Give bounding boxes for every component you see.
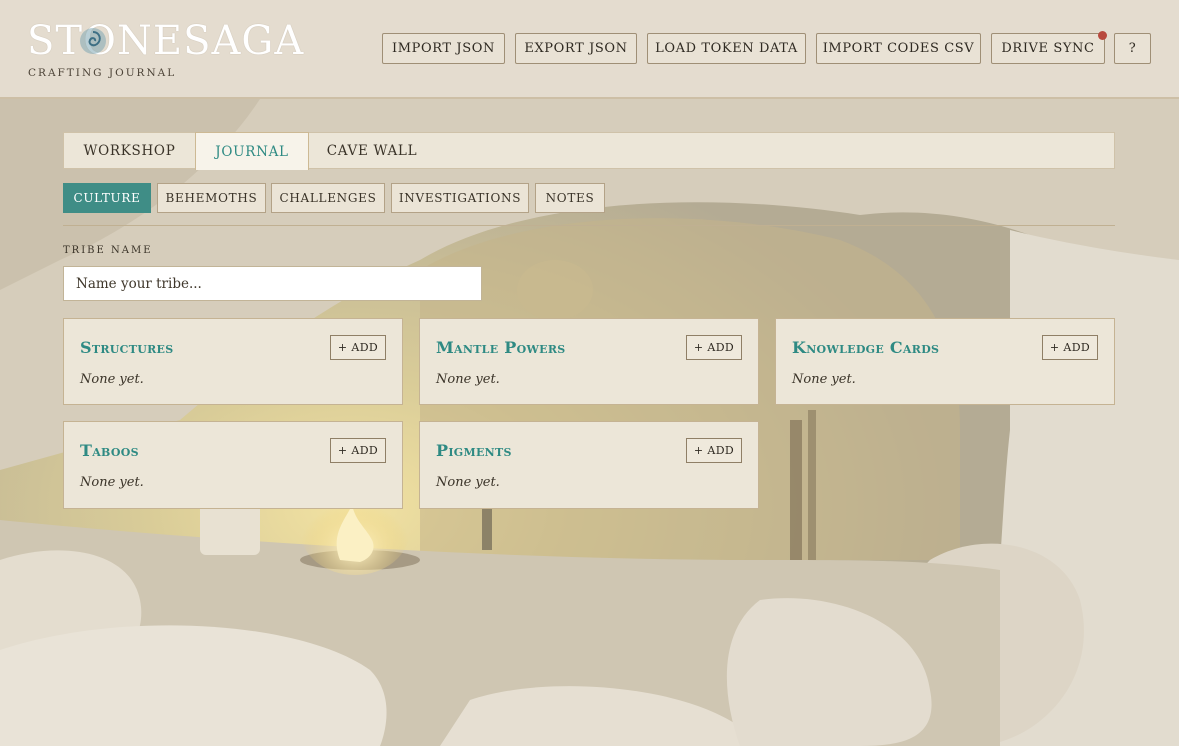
tab-cave-wall[interactable]: CAVE WALL [309, 132, 435, 170]
empty-state-text: None yet. [80, 372, 144, 387]
logo-swirl-icon [80, 28, 106, 54]
card-title: Mantle Powers [436, 338, 566, 357]
logo-subtitle: CRAFTING JOURNAL [28, 67, 177, 79]
app-header: STONESAGA CRAFTING JOURNAL IMPORT JSON E… [0, 0, 1179, 99]
tribe-name-input[interactable] [63, 266, 482, 301]
add-structure-button[interactable]: + ADD [330, 335, 386, 360]
empty-state-text: None yet. [436, 475, 500, 490]
structures-card: Structures + ADD None yet. [63, 318, 403, 405]
drive-sync-label: DRIVE SYNC [1001, 41, 1095, 56]
load-token-data-button[interactable]: LOAD TOKEN DATA [647, 33, 806, 64]
add-taboo-button[interactable]: + ADD [330, 438, 386, 463]
empty-state-text: None yet. [80, 475, 144, 490]
taboos-card: Taboos + ADD None yet. [63, 421, 403, 509]
subtab-investigations[interactable]: INVESTIGATIONS [391, 183, 529, 213]
logo-wordmark: STONESAGA [27, 18, 305, 64]
pigments-card: Pigments + ADD None yet. [419, 421, 759, 509]
app-logo: STONESAGA CRAFTING JOURNAL [27, 18, 303, 82]
export-json-button[interactable]: EXPORT JSON [515, 33, 637, 64]
add-knowledge-card-button[interactable]: + ADD [1042, 335, 1098, 360]
knowledge-cards-card: Knowledge Cards + ADD None yet. [775, 318, 1115, 405]
main-tab-bar: WORKSHOP JOURNAL CAVE WALL [63, 132, 1115, 170]
mantle-powers-card: Mantle Powers + ADD None yet. [419, 318, 759, 405]
subtab-notes[interactable]: NOTES [535, 183, 605, 213]
card-title: Structures [80, 338, 174, 357]
help-button[interactable]: ? [1114, 33, 1151, 64]
subtab-challenges[interactable]: CHALLENGES [271, 183, 385, 213]
import-codes-csv-button[interactable]: IMPORT CODES CSV [816, 33, 981, 64]
tab-workshop[interactable]: WORKSHOP [64, 132, 195, 170]
empty-state-text: None yet. [792, 372, 856, 387]
tab-journal[interactable]: JOURNAL [195, 132, 309, 170]
tribe-name-label: TRIBE NAME [63, 245, 153, 256]
drive-sync-button[interactable]: DRIVE SYNC [991, 31, 1107, 64]
card-title: Knowledge Cards [792, 338, 940, 357]
import-json-button[interactable]: IMPORT JSON [382, 33, 505, 64]
card-title: Pigments [436, 441, 512, 460]
card-title: Taboos [80, 441, 139, 460]
sync-status-dot-icon [1098, 31, 1107, 40]
subtab-divider [63, 225, 1115, 226]
subtab-culture[interactable]: CULTURE [63, 183, 151, 213]
add-pigment-button[interactable]: + ADD [686, 438, 742, 463]
add-mantle-power-button[interactable]: + ADD [686, 335, 742, 360]
subtab-behemoths[interactable]: BEHEMOTHS [157, 183, 266, 213]
empty-state-text: None yet. [436, 372, 500, 387]
